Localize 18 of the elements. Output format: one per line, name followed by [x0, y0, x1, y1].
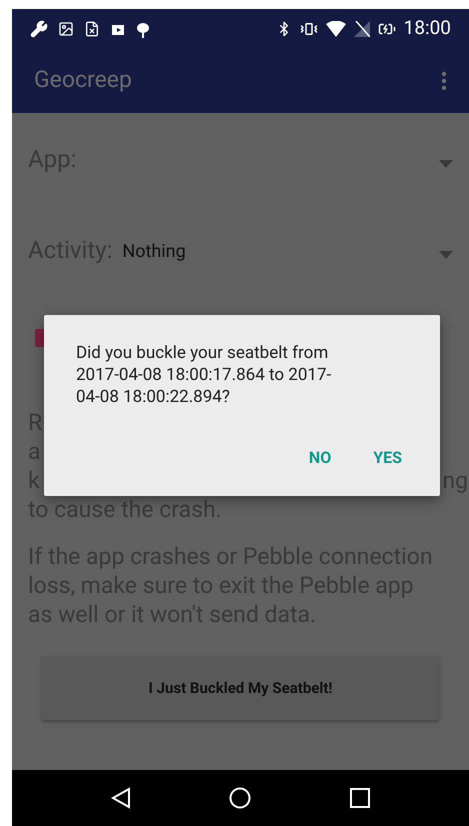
seatbelt-button[interactable]: I Just Buckled My Seatbelt!	[42, 656, 439, 720]
back-icon[interactable]	[111, 787, 132, 809]
image-icon	[58, 20, 74, 36]
wrench-icon	[30, 20, 48, 38]
overflow-menu-icon[interactable]	[441, 70, 447, 90]
clock: 18:00	[404, 15, 451, 42]
dialog-button[interactable]: YES	[365, 446, 410, 470]
dropdown-value[interactable]: Nothing	[122, 238, 186, 265]
dialog-button[interactable]: NO	[300, 446, 340, 470]
no-sim-icon	[354, 20, 370, 36]
dialog-message: Did you buckle your seatbelt from 2017-04-08 18:00:17.864 to 2017-04-08 18:00:22.894?	[75, 342, 332, 408]
dropdown-arrow-icon	[439, 250, 453, 258]
file-icon	[84, 20, 100, 36]
wifi-icon	[326, 20, 346, 36]
dropdown-arrow-icon	[439, 160, 453, 168]
recents-icon[interactable]	[350, 788, 370, 808]
home-icon[interactable]	[229, 787, 252, 809]
app-title: Geocreep	[34, 65, 132, 96]
